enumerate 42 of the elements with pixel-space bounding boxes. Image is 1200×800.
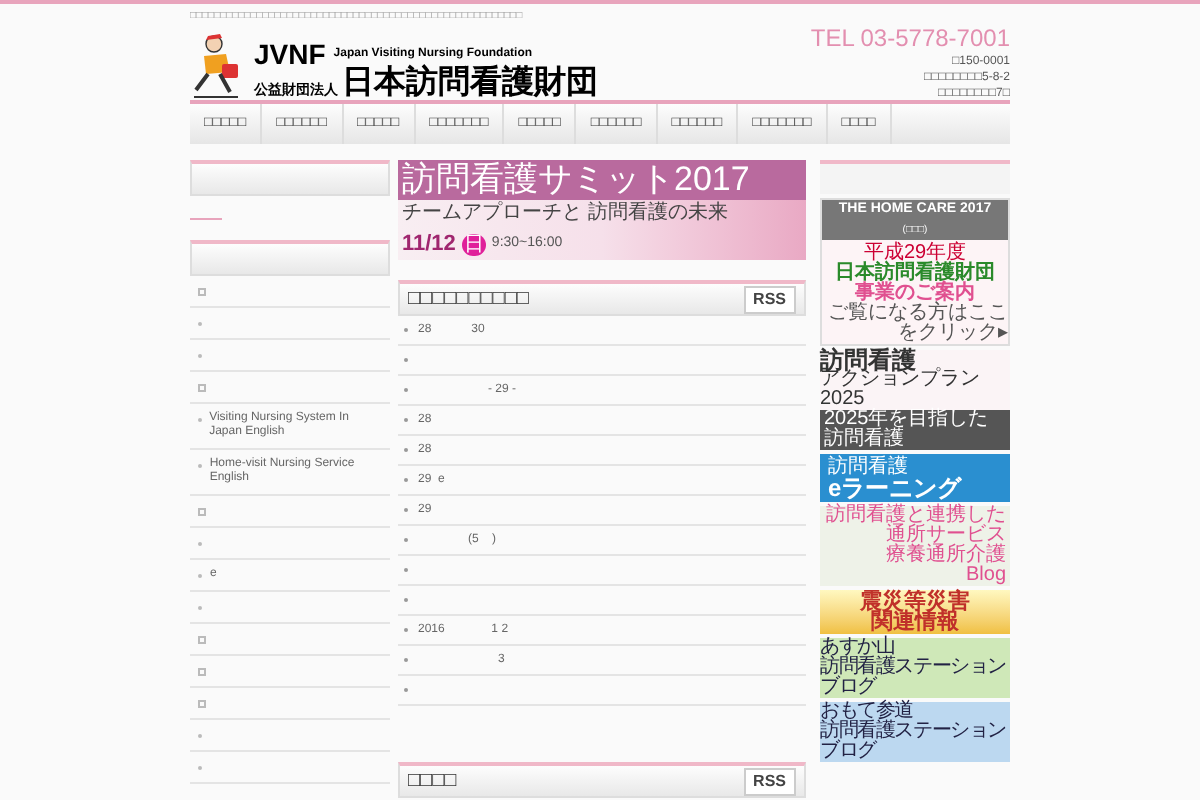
station-blog-banner[interactable]: おもて参道 訪問看護ステーション ブログ [820, 702, 1010, 762]
banner-org: 日本訪問看護財団 [835, 264, 995, 284]
banner-line: 訪問看護ステーション [820, 658, 1009, 678]
square-bullet-icon [198, 668, 206, 676]
rss-button[interactable]: RSS [743, 285, 796, 313]
box-title: □□□□□□□□□□ [408, 286, 529, 314]
banner-title: 療養通所介護 [886, 546, 1006, 566]
square-bullet-icon [198, 508, 206, 516]
banner-line: あすか山 [820, 638, 895, 658]
disaster-banner[interactable]: 震災等災害 関連情報 [820, 590, 1010, 634]
banner-blog: Blog [965, 566, 1006, 586]
square-bullet-icon [198, 700, 206, 708]
banner-date: 11/12 [402, 230, 456, 260]
banner-year: 平成29年度 [863, 244, 967, 264]
square-bullet-icon [198, 636, 206, 644]
logo-name: 日本訪問看護財団 [342, 68, 598, 100]
banner-line: 訪問看護ステーション [820, 722, 1009, 742]
banner-title: eラーニング [828, 478, 964, 498]
station-blog-banner[interactable]: あすか山 訪問看護ステーション ブログ [820, 638, 1010, 698]
banner-line: ブログ [820, 742, 879, 762]
rss-button[interactable]: RSS [743, 767, 796, 795]
square-bullet-icon [198, 288, 206, 296]
banner-subtitle: チームアプローチと 訪問看護の未来 [400, 200, 730, 228]
phone-number: TEL 03-5778-7001 [810, 26, 1010, 50]
banner-plan: アクションプラン 2025 [820, 370, 980, 410]
banner-guide: 事業のご案内 [855, 284, 975, 304]
action-plan-banner[interactable]: 訪問看護 アクションプラン 2025 2025年を目指した訪問看護 [820, 350, 1010, 450]
banner-title: 関連情報 [871, 612, 959, 632]
banner-note: 2025年を目指した訪問看護 [820, 410, 1010, 450]
banner-line: おもて参道 [820, 702, 914, 722]
banner-title: 訪問看護 [820, 350, 916, 370]
square-bullet-icon [198, 384, 206, 392]
banner-label: 訪問看護 [828, 458, 910, 478]
box-title: □□□□ [408, 768, 457, 796]
banner-click: ご覧になる方はここをクリック▸ [826, 304, 1008, 344]
banner-title: 震災等災害 [860, 592, 970, 612]
banner-line: ブログ [820, 678, 879, 698]
banner-note: 訪問看護と連携した通所サービス [824, 506, 1006, 546]
logo-abbr: JVNF [254, 40, 326, 68]
weekday-badge: 日 [461, 233, 486, 256]
elearning-banner[interactable]: 訪問看護 eラーニング [820, 454, 1010, 502]
banner-title: 訪問看護サミット2017 [398, 160, 806, 200]
